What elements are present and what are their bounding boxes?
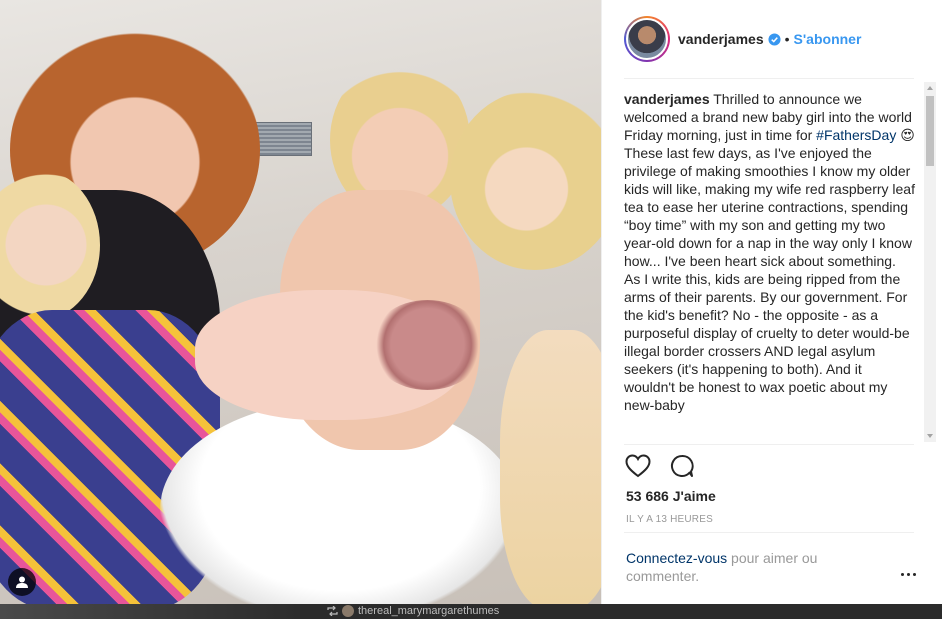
post-header: vanderjames • S'abonner <box>602 0 942 78</box>
caption-scrollbar[interactable] <box>924 82 936 442</box>
caption-paragraph-2: These last few days, as I've enjoyed the… <box>624 145 915 269</box>
caption-emoji: 😍 <box>900 127 915 143</box>
background-repost-row: thereal_marymargarethumes <box>327 605 499 617</box>
user-tag-icon <box>16 576 28 588</box>
user-tag-button[interactable] <box>8 568 36 596</box>
background-feed-strip: thereal_marymargarethumes <box>0 604 942 619</box>
header-username[interactable]: vanderjames <box>678 31 764 47</box>
post-timestamp[interactable]: IL Y A 13 HEURES <box>626 514 713 525</box>
login-prompt: Connectez-vous pour aimer ou commenter. <box>626 549 866 585</box>
scrollbar-thumb[interactable] <box>926 96 934 166</box>
caption-container[interactable]: vanderjames Thrilled to announce we welc… <box>624 90 916 444</box>
header-divider <box>624 78 914 79</box>
post-modal: vanderjames • S'abonner vanderjames Thri… <box>0 0 942 604</box>
photo-child-right <box>500 330 601 604</box>
follow-button[interactable]: S'abonner <box>794 31 862 47</box>
avatar[interactable] <box>626 18 668 60</box>
like-count-number: 53 686 <box>626 488 669 504</box>
background-thumbnail <box>0 604 300 619</box>
comment-bubble-icon <box>671 455 694 477</box>
background-mini-avatar <box>342 605 354 617</box>
caption-username[interactable]: vanderjames <box>624 91 710 107</box>
post-actions <box>624 452 696 480</box>
caption-paragraph-3: As I write this, kids are being ripped f… <box>624 271 910 413</box>
scroll-up-arrow-icon[interactable] <box>927 86 933 90</box>
background-repost-username[interactable]: thereal_marymargarethumes <box>358 605 499 617</box>
more-options-dot <box>906 572 910 576</box>
heart-icon <box>625 454 651 478</box>
header-separator: • <box>784 31 790 47</box>
more-options-dot <box>912 572 916 576</box>
verified-badge-icon <box>768 32 781 46</box>
post-photo[interactable] <box>0 0 601 604</box>
login-link[interactable]: Connectez-vous <box>626 550 727 566</box>
avatar-story-ring[interactable] <box>624 16 670 62</box>
more-options-button[interactable] <box>898 566 918 582</box>
repost-icon <box>327 606 338 616</box>
login-divider <box>624 532 914 533</box>
comment-button[interactable] <box>668 452 696 480</box>
caption-hashtag[interactable]: #FathersDay <box>816 127 896 143</box>
more-options-icon <box>900 572 904 576</box>
like-button[interactable] <box>624 452 652 480</box>
like-count-label: J'aime <box>672 488 716 504</box>
post-side-panel: vanderjames • S'abonner vanderjames Thri… <box>601 0 942 604</box>
caption-text: vanderjames Thrilled to announce we welc… <box>624 90 916 414</box>
photo-baby-head <box>370 300 485 390</box>
like-count[interactable]: 53 686 J'aime <box>626 488 716 504</box>
scroll-down-arrow-icon[interactable] <box>927 434 933 438</box>
actions-divider <box>624 444 914 445</box>
